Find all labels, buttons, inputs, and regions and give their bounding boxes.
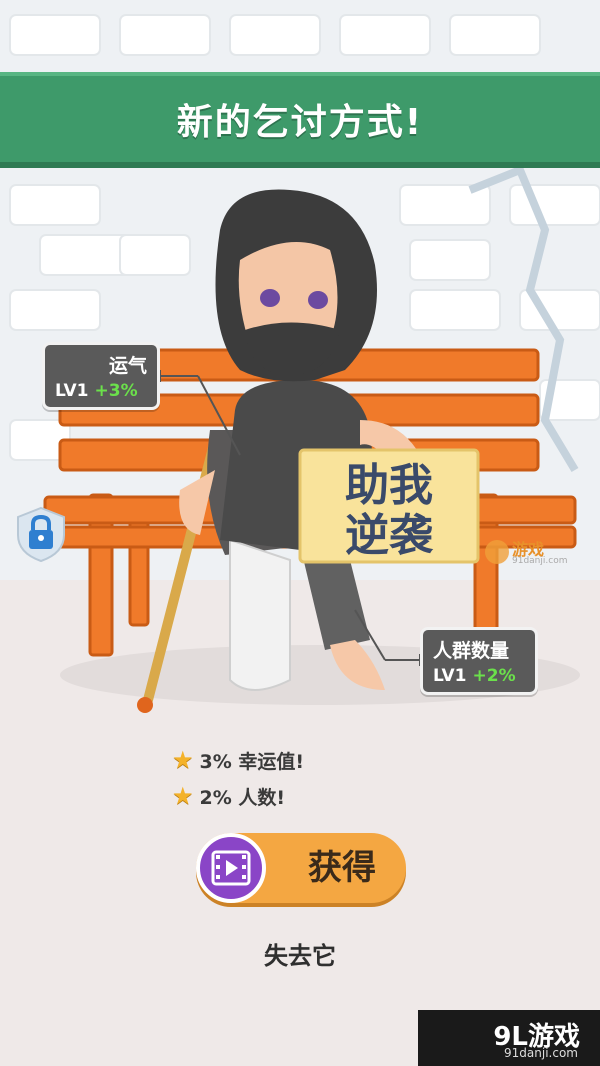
luck-bonus: +3% bbox=[94, 381, 138, 401]
title-banner: 新的乞讨方式! bbox=[0, 72, 600, 168]
side-watermark-url: 91danji.com bbox=[512, 556, 568, 566]
side-watermark: 游戏 91danji.com bbox=[484, 536, 580, 570]
luck-level-number: 1 bbox=[76, 381, 89, 401]
get-reward-button[interactable]: 获得 bbox=[196, 833, 406, 903]
sign-line-2: 逆袭 bbox=[345, 510, 434, 561]
luck-stat-name: 运气 bbox=[108, 355, 147, 377]
sign-line-1: 助我 bbox=[345, 460, 433, 511]
crowd-stat-level: LV1 +2% bbox=[433, 666, 516, 686]
star-icon: ★ bbox=[172, 782, 194, 810]
lose-it-button[interactable]: 失去它 bbox=[0, 936, 600, 971]
crowd-bonus: +2% bbox=[472, 666, 516, 686]
lock-icon[interactable] bbox=[14, 505, 68, 563]
get-reward-label: 获得 bbox=[308, 848, 376, 888]
luck-stat-panel: 运气 LV1 +3% bbox=[42, 342, 160, 410]
watermark-logo-icon bbox=[485, 540, 509, 564]
perk-crowd-text: 2% 人数! bbox=[199, 786, 286, 809]
star-icon: ★ bbox=[172, 746, 194, 774]
crowd-stat-name: 人群数量 bbox=[433, 640, 510, 662]
crowd-stat-panel: 人群数量 LV1 +2% bbox=[420, 627, 538, 695]
corner-watermark: 9L游戏 91danji.com bbox=[418, 1010, 600, 1066]
perk-crowd: ★ 2% 人数! bbox=[172, 782, 285, 810]
crowd-level-prefix: LV bbox=[433, 666, 455, 686]
help-sign: 助我 逆袭 bbox=[298, 448, 480, 564]
video-film-icon bbox=[196, 833, 266, 903]
luck-stat-level: LV1 +3% bbox=[55, 381, 138, 401]
banner-title: 新的乞讨方式! bbox=[176, 102, 424, 143]
perk-luck-text: 3% 幸运值! bbox=[199, 750, 305, 773]
corner-watermark-url: 91danji.com bbox=[504, 1046, 578, 1060]
crowd-level-number: 1 bbox=[454, 666, 467, 686]
luck-level-prefix: LV bbox=[55, 381, 77, 401]
perk-luck: ★ 3% 幸运值! bbox=[172, 746, 304, 774]
